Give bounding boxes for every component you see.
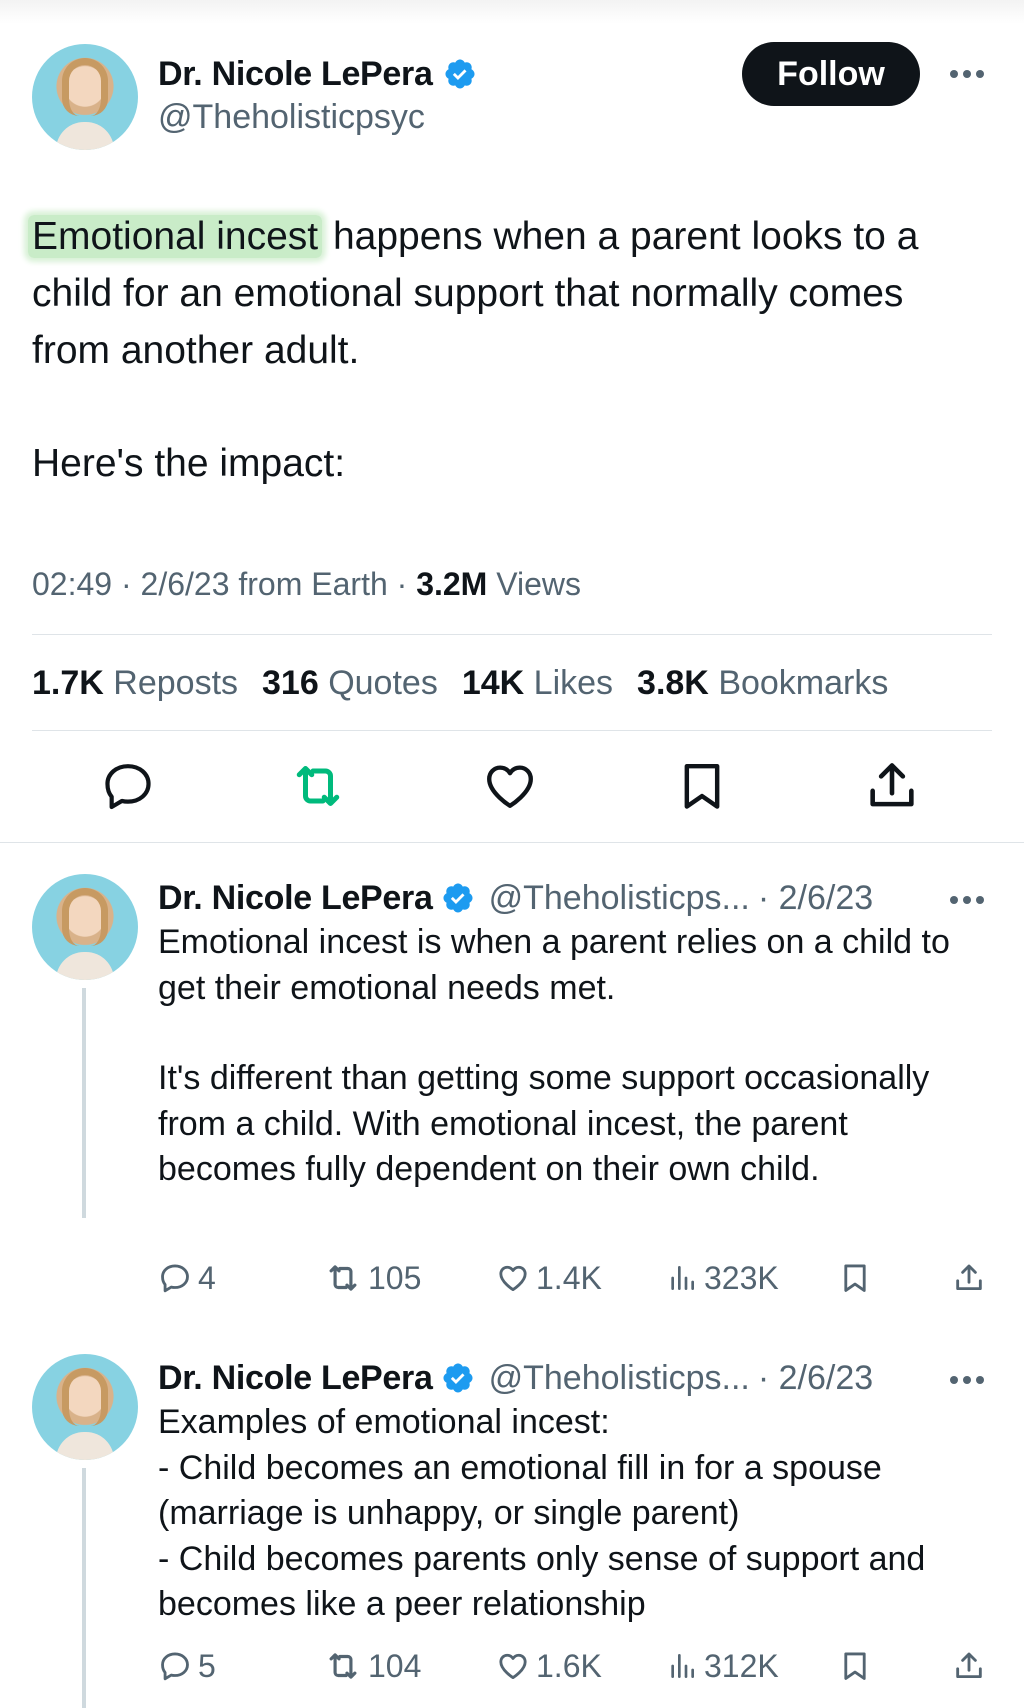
reply-date[interactable]: · 2/6/23 — [758, 1359, 873, 1398]
repost-button[interactable]: 105 — [324, 1256, 421, 1300]
thread-line — [82, 1468, 86, 1708]
reply-action-bar: 5 104 1.6K 312K — [158, 1644, 988, 1688]
verified-badge-icon — [445, 59, 475, 89]
repost-count: 104 — [368, 1647, 422, 1684]
repost-icon — [329, 1653, 357, 1679]
divider — [32, 730, 992, 731]
more-options-icon[interactable] — [950, 1376, 984, 1384]
avatar[interactable] — [32, 874, 138, 980]
share-icon[interactable] — [952, 1256, 986, 1300]
reply-button[interactable]: 4 — [158, 1256, 216, 1300]
author-handle[interactable]: @Theholisticpsyc — [158, 98, 425, 137]
tweet-location: from Earth — [238, 566, 388, 602]
author-name[interactable]: Dr. Nicole LePera — [158, 1359, 433, 1398]
bookmark-icon[interactable] — [672, 756, 732, 816]
tweet-date[interactable]: 2/6/23 — [141, 566, 230, 602]
reply-icon[interactable] — [98, 756, 158, 816]
share-icon[interactable] — [952, 1644, 986, 1688]
bookmarks-stat[interactable]: 3.8K Bookmarks — [637, 664, 888, 703]
views-button[interactable]: 312K — [666, 1644, 779, 1688]
views-label: Views — [496, 566, 581, 602]
reply-paragraph: It's different than getting some support… — [158, 1059, 930, 1188]
tweet-text: Emotional incest happens when a parent l… — [28, 208, 992, 379]
like-button[interactable]: 1.4K — [496, 1256, 602, 1300]
like-count: 1.6K — [536, 1647, 602, 1684]
author-row: Dr. Nicole LePera — [158, 52, 477, 96]
reply-action-bar: 4 105 1.4K 323K — [158, 1256, 988, 1300]
reply-button[interactable]: 5 — [158, 1644, 216, 1688]
repost-icon[interactable] — [288, 756, 348, 816]
main-tweet: Dr. Nicole LePera @Theholisticpsyc Follo… — [0, 0, 1024, 843]
reply-tweet[interactable]: Dr. Nicole LePera @Theholisticps... · 2/… — [0, 1354, 1024, 1708]
verified-badge-icon — [443, 1363, 473, 1393]
author-handle[interactable]: @Theholisticps... — [489, 879, 750, 918]
avatar[interactable] — [32, 44, 138, 150]
reply-date[interactable]: · 2/6/23 — [758, 879, 873, 918]
action-bar — [0, 756, 1024, 828]
reposts-stat[interactable]: 1.7K Reposts — [32, 664, 238, 703]
follow-button[interactable]: Follow — [742, 42, 920, 106]
reply-paragraph: Emotional incest is when a parent relies… — [158, 923, 950, 1007]
views-count: 323K — [704, 1259, 779, 1296]
views-button[interactable]: 323K — [666, 1256, 779, 1300]
engagement-stats: 1.7K Reposts 316 Quotes 14K Likes 3.8K B… — [32, 664, 888, 703]
bookmark-icon[interactable] — [838, 1256, 872, 1300]
views-icon — [671, 1266, 694, 1290]
tweet-text-second: Here's the impact: — [32, 442, 346, 485]
tweet-time[interactable]: 02:49 — [32, 566, 112, 602]
reply-line: - Child becomes an emotional fill in for… — [158, 1448, 882, 1533]
tweet-metadata: 02:49 · 2/6/23 from Earth · 3.2M Views — [32, 566, 581, 602]
like-icon — [499, 1653, 527, 1680]
avatar[interactable] — [32, 1354, 138, 1460]
repost-button[interactable]: 104 — [324, 1644, 421, 1688]
author-handle[interactable]: @Theholisticps... — [489, 1359, 750, 1398]
quotes-stat[interactable]: 316 Quotes — [262, 664, 438, 703]
repost-count: 105 — [368, 1259, 422, 1296]
reply-line: Examples of emotional incest: — [158, 1403, 610, 1441]
like-button[interactable]: 1.6K — [496, 1644, 602, 1688]
views-count: 312K — [704, 1647, 779, 1684]
more-options-icon[interactable] — [950, 896, 984, 904]
reply-header: Dr. Nicole LePera @Theholisticps... · 2/… — [158, 1356, 873, 1400]
share-icon[interactable] — [862, 756, 922, 816]
reply-icon — [161, 1652, 189, 1681]
reply-text: Emotional incest is when a parent relies… — [158, 920, 988, 1193]
reply-text: Examples of emotional incest: - Child be… — [158, 1400, 988, 1628]
like-icon — [499, 1265, 527, 1292]
views-icon — [671, 1654, 694, 1678]
author-name[interactable]: Dr. Nicole LePera — [158, 55, 433, 94]
author-name[interactable]: Dr. Nicole LePera — [158, 879, 433, 918]
like-count: 1.4K — [536, 1259, 602, 1296]
reply-count: 5 — [198, 1647, 216, 1684]
verified-badge-icon — [443, 883, 473, 913]
reply-icon — [161, 1264, 189, 1293]
reply-tweet[interactable]: Dr. Nicole LePera @Theholisticps... · 2/… — [0, 874, 1024, 1344]
repost-icon — [329, 1265, 357, 1291]
bookmark-icon[interactable] — [838, 1644, 872, 1688]
thread-line — [82, 988, 86, 1218]
reply-line: - Child becomes parents only sense of su… — [158, 1539, 926, 1624]
reply-header: Dr. Nicole LePera @Theholisticps... · 2/… — [158, 876, 873, 920]
more-options-icon[interactable] — [950, 70, 984, 78]
reply-count: 4 — [198, 1259, 216, 1296]
likes-stat[interactable]: 14K Likes — [462, 664, 613, 703]
views-count: 3.2M — [416, 566, 488, 602]
like-icon[interactable] — [480, 756, 540, 816]
highlighted-phrase: Emotional incest — [28, 215, 323, 258]
divider — [32, 634, 992, 635]
separator — [0, 842, 1024, 843]
